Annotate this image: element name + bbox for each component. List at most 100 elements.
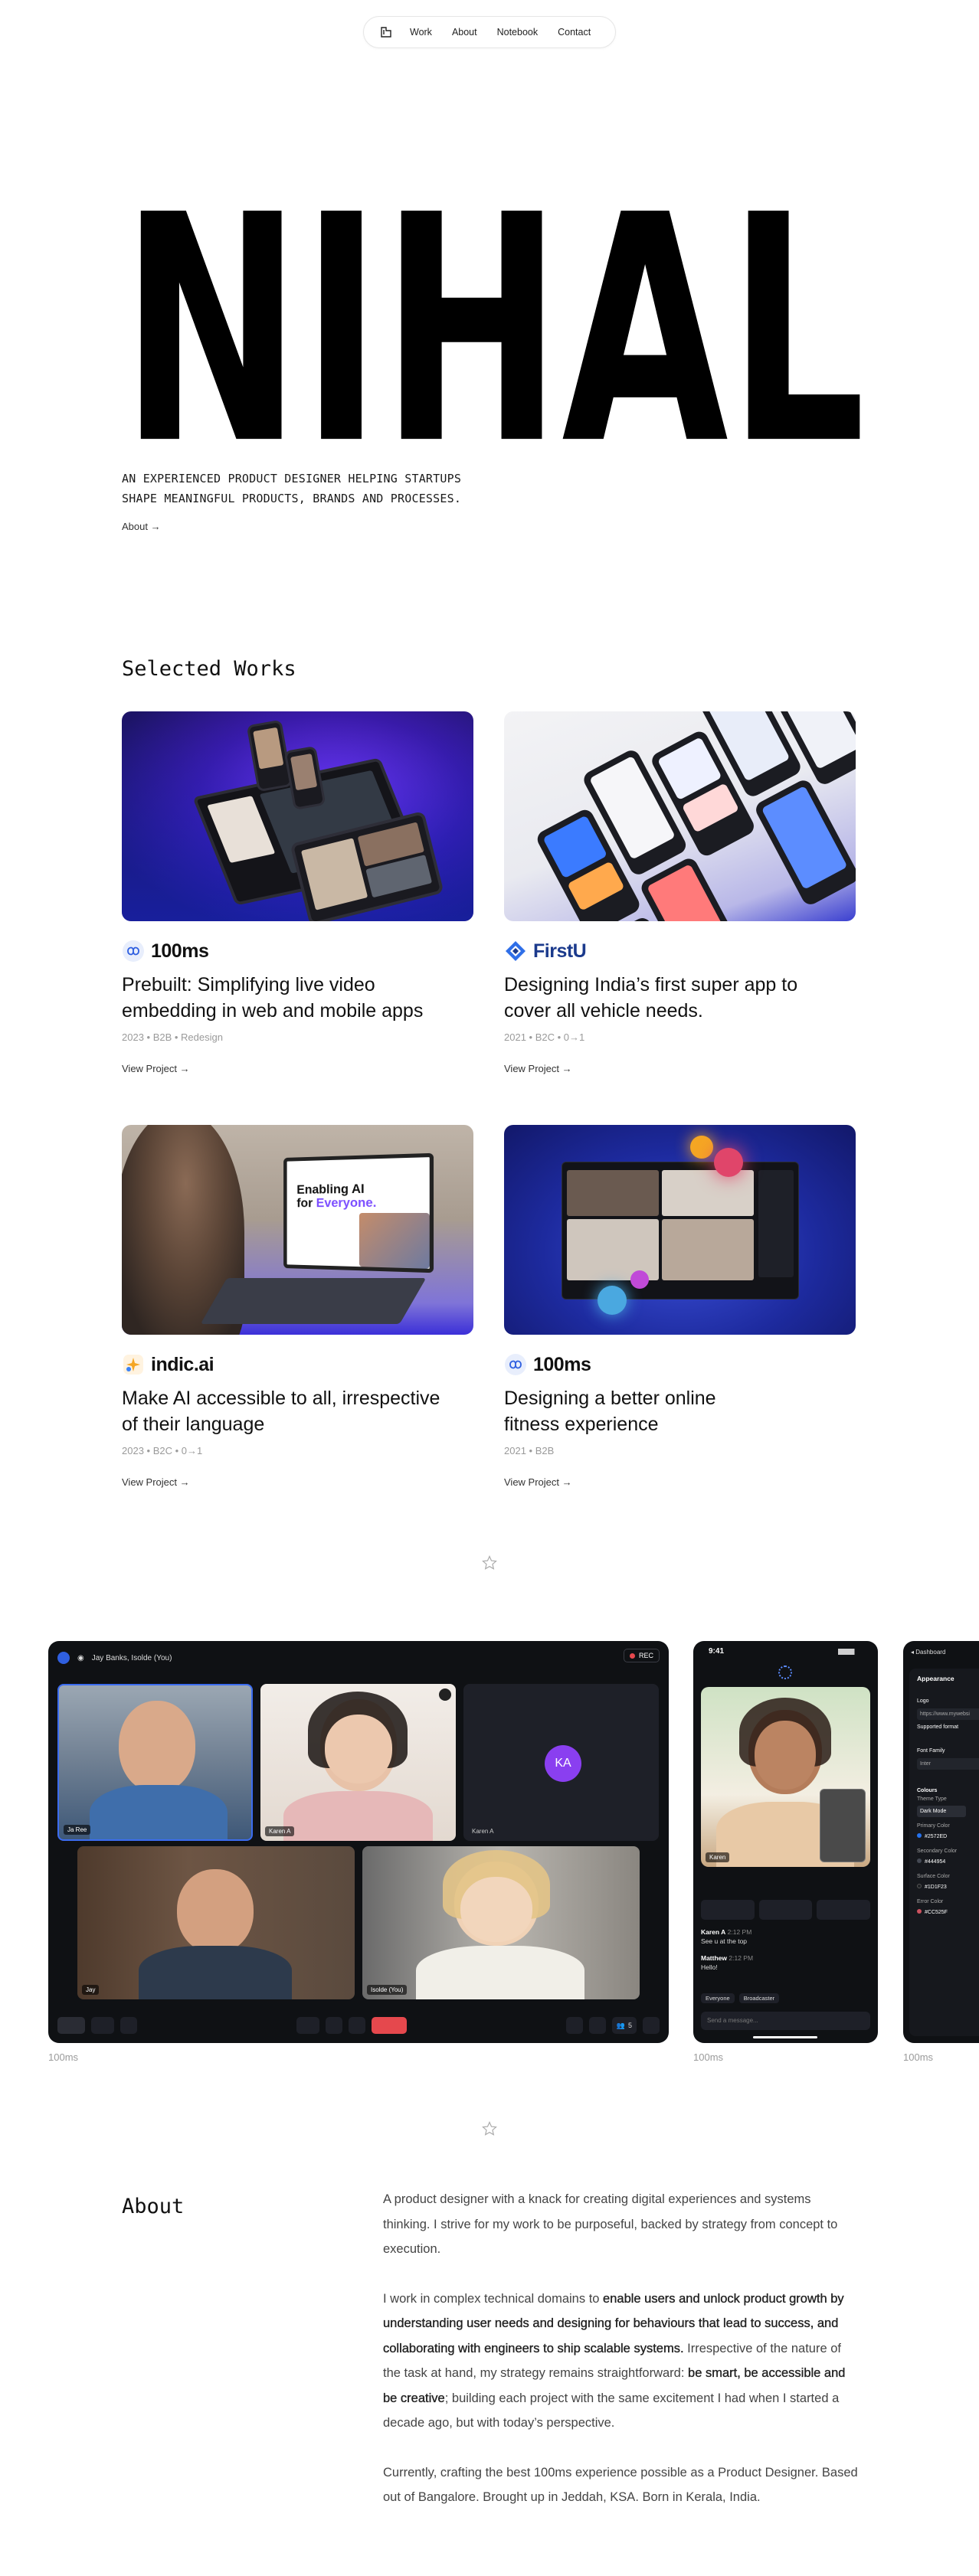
about-title: About bbox=[122, 2195, 185, 2218]
video-tile: Isolde (You) bbox=[362, 1846, 640, 1999]
work-card-indic[interactable]: Enabling AI for Everyone. indic.ai Make … bbox=[122, 1125, 473, 1488]
view-project-link[interactable]: View Project → bbox=[122, 1476, 473, 1488]
fitness-thumbnail bbox=[504, 1125, 856, 1335]
firstu-thumbnail bbox=[504, 711, 856, 921]
tile-name: Ja Ree bbox=[64, 1825, 91, 1835]
laptop-screen: Enabling AI for Everyone. bbox=[283, 1152, 434, 1273]
brand-name: 100ms bbox=[533, 1353, 591, 1375]
primary-color-value: #2572ED bbox=[925, 1834, 948, 1839]
gallery-caption: 100ms bbox=[693, 2051, 724, 2063]
whiteboard-button[interactable] bbox=[565, 2017, 583, 2034]
participants-label: Jay Banks, Isolde (You) bbox=[91, 1653, 172, 1662]
nav-contact[interactable]: Contact bbox=[558, 27, 591, 38]
surface-color-input[interactable]: #1D1F23 bbox=[917, 1883, 979, 1891]
tagline-line-2: SHAPE MEANINGFUL PRODUCTS, BRANDS AND PR… bbox=[122, 492, 462, 505]
mic-button[interactable] bbox=[57, 2017, 85, 2034]
people-count: 5 bbox=[628, 2022, 633, 2029]
hero-tagline: AN EXPERIENCED PRODUCT DESIGNER HELPING … bbox=[122, 469, 551, 508]
tile-name: Jay bbox=[82, 1985, 100, 1995]
video-tile: Ja Ree bbox=[57, 1684, 253, 1841]
logo-url-input[interactable]: https://www.mywebsi bbox=[917, 1708, 979, 1720]
work-meta: 2021 • B2C • 0→1 bbox=[504, 1031, 585, 1043]
chat-sender: Matthew bbox=[701, 1954, 727, 1962]
font-family-select[interactable]: Inter bbox=[917, 1758, 979, 1770]
work-meta: 2023 • B2B • Redesign bbox=[122, 1031, 223, 1043]
about-paragraph-3: Currently, crafting the best 100ms exper… bbox=[383, 2465, 858, 2505]
error-color-input[interactable]: #CC525F bbox=[917, 1908, 979, 1917]
emoji-button[interactable] bbox=[348, 2017, 365, 2034]
nav-about[interactable]: About bbox=[452, 27, 477, 38]
chat-filters: Everyone Broadcaster bbox=[701, 1993, 780, 2003]
avatar-initials: KA bbox=[545, 1745, 581, 1782]
secondary-color-input[interactable]: #444954 bbox=[917, 1858, 979, 1866]
tile-name: Karen A bbox=[472, 1828, 494, 1835]
hero-name: NIHAL bbox=[121, 129, 866, 513]
filter-everyone[interactable]: Everyone bbox=[701, 1993, 735, 2003]
home-logo-icon[interactable] bbox=[379, 25, 393, 39]
indic-screen-line1: Enabling AI bbox=[296, 1181, 365, 1197]
indic-logo-icon bbox=[123, 1355, 143, 1375]
work-title[interactable]: Prebuilt: Simplifying live video embeddi… bbox=[122, 972, 459, 1024]
theme-type-select[interactable]: Dark Mode bbox=[917, 1806, 966, 1817]
floating-hide-icon bbox=[714, 1148, 743, 1177]
view-project-link[interactable]: View Project → bbox=[504, 1063, 856, 1074]
work-title[interactable]: Designing India’s first super app to cov… bbox=[504, 972, 841, 1024]
supported-format: Supported format bbox=[917, 1724, 959, 1730]
chat-button[interactable] bbox=[588, 2017, 606, 2034]
edit-tab[interactable] bbox=[817, 1900, 871, 1920]
grid-button[interactable] bbox=[120, 2017, 137, 2034]
hero-name-text: NIHAL bbox=[121, 149, 866, 443]
surface-color-value: #1D1F23 bbox=[925, 1885, 947, 1890]
floating-pink-icon bbox=[630, 1270, 649, 1289]
participants-tab[interactable] bbox=[758, 1900, 813, 1920]
leave-button[interactable] bbox=[371, 2017, 407, 2034]
chat-tab[interactable] bbox=[701, 1900, 755, 1920]
indic-screen-for: for bbox=[296, 1195, 313, 1211]
brand-indic: indic.ai bbox=[122, 1353, 473, 1376]
keyboard bbox=[200, 1278, 427, 1324]
hand-raise-button[interactable] bbox=[325, 2017, 342, 2034]
work-title[interactable]: Make AI accessible to all, irrespective … bbox=[122, 1385, 459, 1437]
work-card-fitness[interactable]: 100ms Designing a better online fitness … bbox=[504, 1125, 856, 1488]
nav-notebook[interactable]: Notebook bbox=[497, 27, 539, 38]
rec-dot-icon bbox=[629, 1652, 635, 1659]
about-body: A product designer with a knack for crea… bbox=[383, 2187, 858, 2535]
prebuilt-thumbnail bbox=[122, 711, 473, 921]
filter-broadcaster[interactable]: Broadcaster bbox=[738, 1993, 780, 2003]
tile-name: Isolde (You) bbox=[367, 1985, 408, 1995]
firstu-logo-icon bbox=[506, 941, 526, 961]
indic-thumbnail: Enabling AI for Everyone. bbox=[122, 1125, 473, 1335]
100ms-logo-icon bbox=[505, 1354, 526, 1375]
about-text: ; building each project with the same ex… bbox=[383, 2391, 840, 2431]
hero-about-link[interactable]: About → bbox=[122, 521, 161, 532]
rec-badge: REC bbox=[623, 1649, 660, 1662]
star-divider-icon bbox=[482, 1555, 497, 1570]
work-card-firstu[interactable]: FirstU Designing India’s first super app… bbox=[504, 711, 856, 1074]
view-project-link[interactable]: View Project → bbox=[504, 1476, 856, 1488]
tile-name: Karen A bbox=[265, 1826, 295, 1836]
mic-off-icon bbox=[439, 1688, 451, 1701]
work-title[interactable]: Designing a better online fitness experi… bbox=[504, 1385, 734, 1437]
view-project-link[interactable]: View Project → bbox=[122, 1063, 473, 1074]
menu-button[interactable] bbox=[643, 2017, 660, 2034]
about-paragraph-1: A product designer with a knack for crea… bbox=[383, 2192, 838, 2256]
camera-button[interactable] bbox=[91, 2017, 114, 2034]
pip-tile bbox=[820, 1789, 866, 1862]
chat-input[interactable]: Send a message... bbox=[701, 2012, 870, 2030]
fitness-app-window bbox=[562, 1162, 799, 1299]
gallery-caption: 100ms bbox=[903, 2051, 934, 2063]
mobile-logo-icon bbox=[778, 1666, 792, 1679]
people-button[interactable]: 👥 5 bbox=[611, 2017, 637, 2034]
work-meta: 2021 • B2B bbox=[504, 1445, 555, 1456]
brand-100ms: 100ms bbox=[122, 940, 473, 963]
dashboard-title: Dashboard bbox=[915, 1649, 946, 1656]
primary-swatch-icon bbox=[917, 1833, 922, 1838]
chat-input-placeholder: Send a message... bbox=[707, 2017, 758, 2024]
indic-screen-everyone: Everyone. bbox=[316, 1195, 377, 1211]
screenshare-button[interactable] bbox=[296, 2017, 319, 2034]
work-card-prebuilt[interactable]: 100ms Prebuilt: Simplifying live video e… bbox=[122, 711, 473, 1074]
mobile-time: 9:41 bbox=[709, 1647, 725, 1656]
mobile-call-screenshot: 9:41 Karen Karen A 2:12 PM See u at the … bbox=[693, 1641, 878, 2043]
primary-color-input[interactable]: #2572ED bbox=[917, 1832, 979, 1841]
nav-work[interactable]: Work bbox=[410, 27, 432, 38]
